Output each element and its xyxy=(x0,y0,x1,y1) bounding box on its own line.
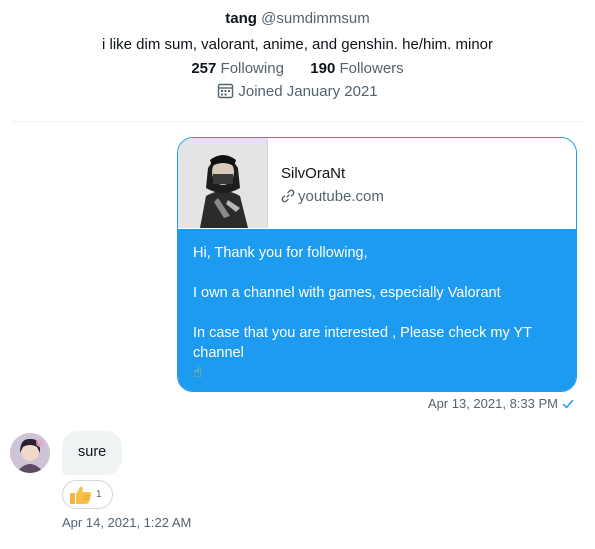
following-label: Following xyxy=(220,60,284,77)
following-link[interactable]: 257 Following xyxy=(191,60,288,77)
follow-stats: 257 Following 190 Followers xyxy=(0,60,595,77)
outgoing-message[interactable]: SilvOraNt youtube.com Hi, Thank you for … xyxy=(177,137,577,392)
message-line: Hi, Thank you for following, xyxy=(193,245,368,261)
joined-date: Joined January 2021 xyxy=(0,82,595,100)
link-preview-card[interactable]: SilvOraNt youtube.com xyxy=(178,138,576,229)
outgoing-message-meta: Apr 13, 2021, 8:33 PM xyxy=(428,396,574,411)
incoming-timestamp: Apr 14, 2021, 1:22 AM xyxy=(62,515,192,530)
link-preview-text: SilvOraNt youtube.com xyxy=(281,165,384,205)
outgoing-timestamp: Apr 13, 2021, 8:33 PM xyxy=(427,396,558,411)
followers-count: 190 xyxy=(310,60,336,77)
thumbs-up-icon xyxy=(69,485,93,510)
message-line: I own a channel with games, especially V… xyxy=(193,285,501,301)
outgoing-message-body: Hi, Thank you for following, I own a cha… xyxy=(178,229,576,391)
following-count: 257 xyxy=(191,60,217,77)
calendar-icon xyxy=(218,83,234,99)
joined-text: Joined January 2021 xyxy=(238,83,378,100)
divider xyxy=(12,121,582,122)
followers-link[interactable]: 190 Followers xyxy=(310,60,403,77)
incoming-message-text: sure xyxy=(78,444,107,460)
followers-label: Followers xyxy=(339,60,404,77)
reaction-count: 1 xyxy=(96,489,102,500)
link-icon xyxy=(281,189,295,203)
profile-name-line: tang @sumdimmsum xyxy=(0,10,595,27)
link-preview-domain: youtube.com xyxy=(281,188,384,205)
avatar[interactable] xyxy=(10,433,50,473)
profile-name[interactable]: tang xyxy=(225,10,257,27)
message-line: In case that you are interested , Please… xyxy=(193,325,532,361)
incoming-message[interactable]: sure xyxy=(62,431,122,475)
link-preview-thumbnail xyxy=(178,138,268,228)
check-icon xyxy=(562,399,574,409)
profile-bio: i like dim sum, valorant, anime, and gen… xyxy=(101,36,493,53)
reaction-badge[interactable]: 1 xyxy=(62,480,113,509)
link-preview-domain-text: youtube.com xyxy=(298,188,384,205)
link-preview-title: SilvOraNt xyxy=(281,165,346,182)
pointing-up-emoji: ☝ xyxy=(193,365,202,381)
profile-handle[interactable]: @sumdimmsum xyxy=(261,10,370,27)
